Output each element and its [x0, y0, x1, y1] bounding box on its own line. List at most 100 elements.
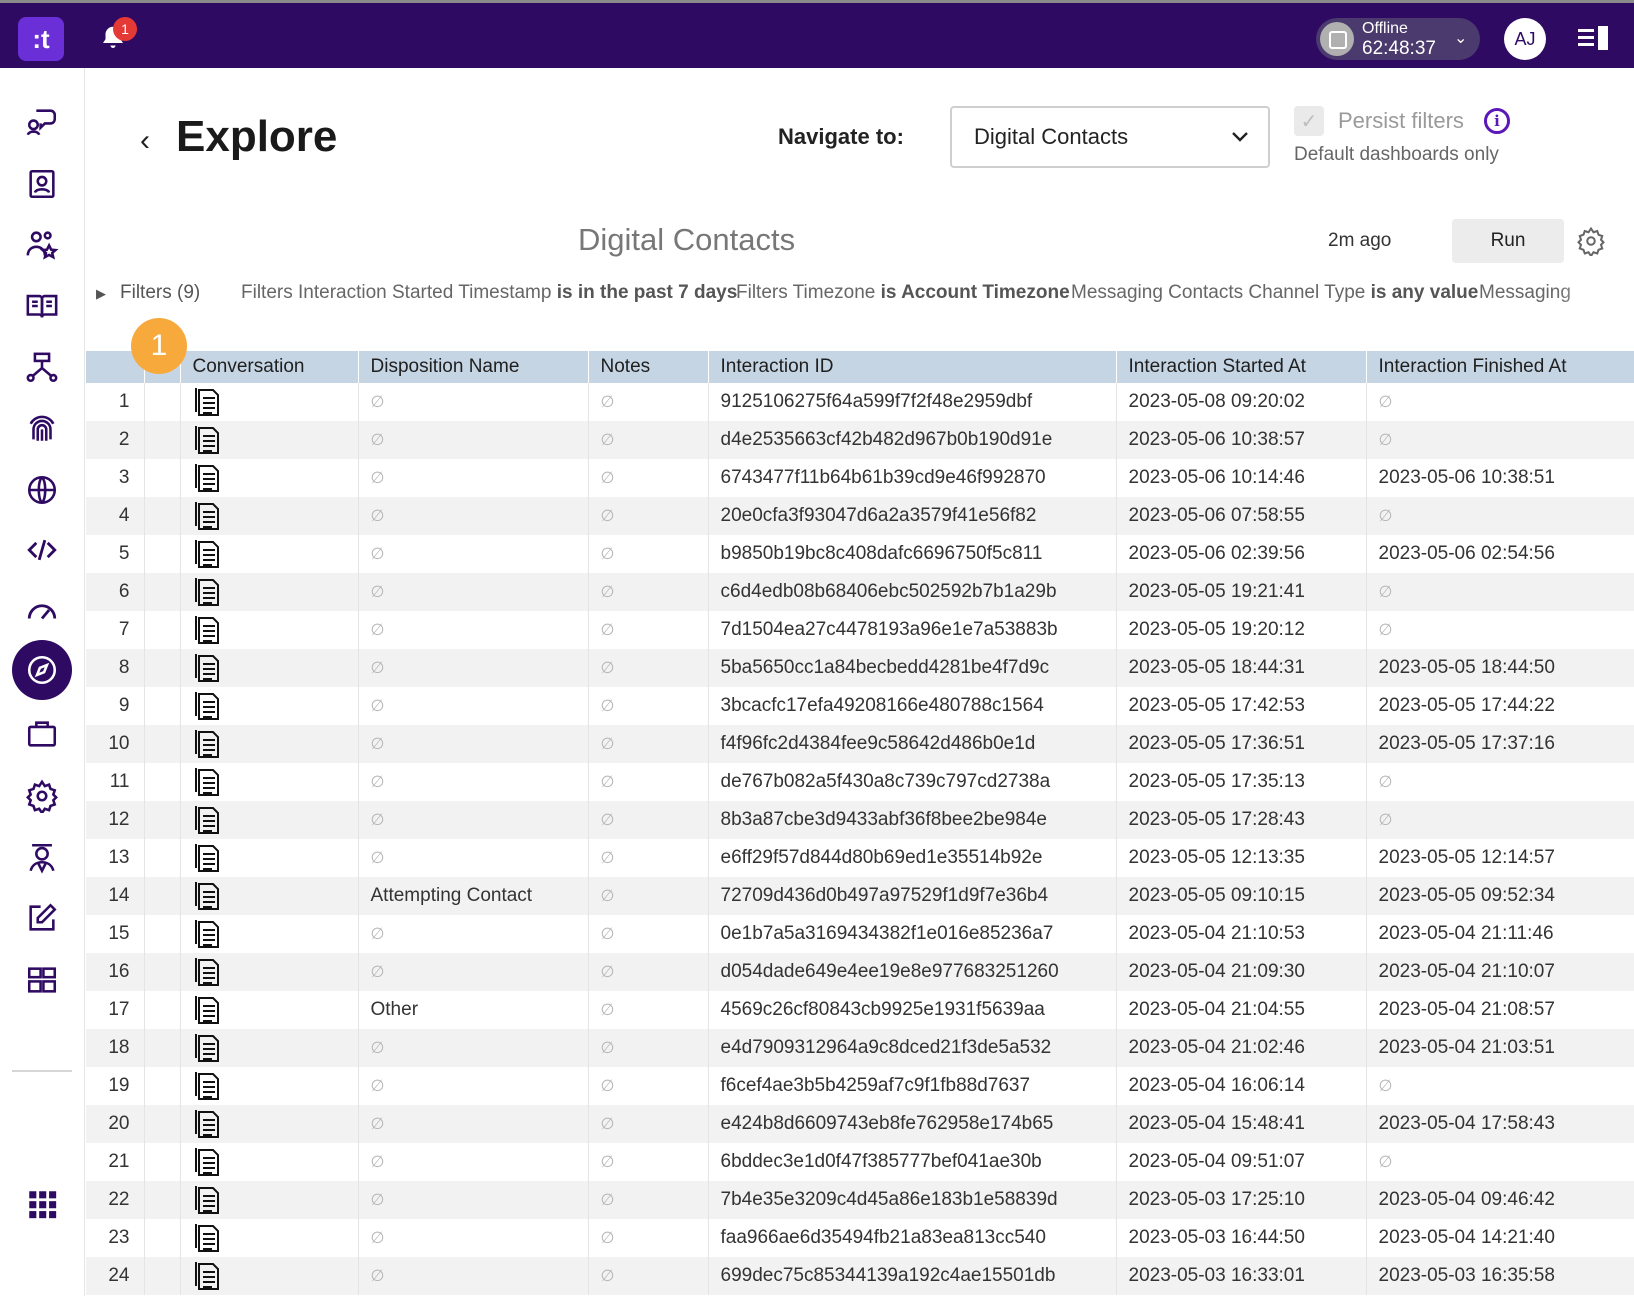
- dashboard-settings-gear-icon[interactable]: [1576, 226, 1606, 256]
- interaction-id-cell: de767b082a5f430a8c739c797cd2738a: [708, 763, 1117, 801]
- finished-at-cell: 2023-05-05 17:44:22: [1366, 687, 1634, 725]
- dashboard-grid-icon[interactable]: [22, 960, 62, 1000]
- transcript-document-icon[interactable]: [193, 842, 223, 874]
- column-header-interaction-id[interactable]: Interaction ID: [708, 351, 1117, 383]
- table-row[interactable]: 13 ∅ ∅ e6ff29f57d844d80b69ed1e35514b92e 2023…: [86, 839, 1634, 877]
- run-button[interactable]: Run: [1452, 219, 1564, 263]
- table-row[interactable]: 7 ∅ ∅ 7d1504ea27c4478193a96e1e7a53883b 2023-…: [86, 611, 1634, 649]
- gauge-icon[interactable]: [22, 590, 62, 630]
- row-select-cell: [144, 1067, 181, 1105]
- table-row[interactable]: 5 ∅ ∅ b9850b19bc8c408dafc6696750f5c811 2023-…: [86, 535, 1634, 573]
- transcript-document-icon[interactable]: [193, 690, 223, 722]
- globe-icon[interactable]: [22, 470, 62, 510]
- transcript-document-icon[interactable]: [193, 652, 223, 684]
- row-select-cell: [144, 383, 181, 421]
- contacts-icon[interactable]: [22, 164, 62, 204]
- transcript-document-icon[interactable]: [193, 1070, 223, 1102]
- code-icon[interactable]: [22, 530, 62, 570]
- chevron-down-icon: ⌄: [1454, 30, 1468, 47]
- knowledge-book-icon[interactable]: [22, 286, 62, 326]
- conversations-icon[interactable]: [22, 102, 62, 142]
- transcript-document-icon[interactable]: [193, 614, 223, 646]
- column-header-disposition[interactable]: Disposition Name: [358, 351, 589, 383]
- table-row[interactable]: 17 Other ∅ 4569c26cf80843cb9925e1931f5639aa…: [86, 991, 1634, 1029]
- transcript-document-icon[interactable]: [193, 500, 223, 532]
- table-row[interactable]: 22 ∅ ∅ 7b4e35e3209c4d45a86e183b1e58839d 2023…: [86, 1181, 1634, 1219]
- table-row[interactable]: 16 ∅ ∅ d054dade649e4ee19e8e977683251260 2023…: [86, 953, 1634, 991]
- workflow-icon[interactable]: [22, 348, 62, 388]
- teams-icon[interactable]: [22, 224, 62, 264]
- transcript-document-icon[interactable]: [193, 766, 223, 798]
- transcript-document-icon[interactable]: [193, 1146, 223, 1178]
- table-row[interactable]: 21 ∅ ∅ 6bddec3e1d0f47f385777bef041ae30b 2023…: [86, 1143, 1634, 1181]
- filter-chip[interactable]: Messaging Contacts Channel Type is any v…: [1071, 282, 1478, 304]
- row-number: 23: [86, 1219, 145, 1257]
- table-row[interactable]: 4 ∅ ∅ 20e0cfa3f93047d6a2a3579f41e56f82 2023-…: [86, 497, 1634, 535]
- transcript-document-icon[interactable]: [193, 728, 223, 760]
- column-header-notes[interactable]: Notes: [588, 351, 709, 383]
- conversation-cell: [180, 1067, 359, 1105]
- table-row[interactable]: 15 ∅ ∅ 0e1b7a5a3169434382f1e016e85236a7 2023…: [86, 915, 1634, 953]
- agent-status-dropdown[interactable]: Offline 62:48:37 ⌄: [1316, 18, 1480, 60]
- table-row[interactable]: 9 ∅ ∅ 3bcacfc17efa49208166e480788c1564 2023-…: [86, 687, 1634, 725]
- filters-toggle[interactable]: ▶ Filters (9): [96, 282, 200, 304]
- transcript-document-icon[interactable]: [193, 956, 223, 988]
- transcript-document-icon[interactable]: [193, 1184, 223, 1216]
- transcript-document-icon[interactable]: [193, 880, 223, 912]
- table-header-row: Conversation Disposition Name Notes Inte…: [86, 351, 1634, 383]
- filter-chip[interactable]: Filters Timezone is Account Timezone: [736, 282, 1070, 304]
- transcript-document-icon[interactable]: [193, 918, 223, 950]
- briefcase-icon[interactable]: [22, 714, 62, 754]
- transcript-document-icon[interactable]: [193, 576, 223, 608]
- transcript-document-icon[interactable]: [193, 1108, 223, 1140]
- table-row[interactable]: 12 ∅ ∅ 8b3a87cbe3d9433abf36f8bee2be984e 2023…: [86, 801, 1634, 839]
- table-row[interactable]: 11 ∅ ∅ de767b082a5f430a8c739c797cd2738a 2023…: [86, 763, 1634, 801]
- table-row[interactable]: 8 ∅ ∅ 5ba5650cc1a84becbedd4281be4f7d9c 2023-…: [86, 649, 1634, 687]
- conversation-cell: [180, 1105, 359, 1143]
- persist-filters-checkbox[interactable]: ✓: [1294, 106, 1324, 136]
- table-row[interactable]: 24 ∅ ∅ 699dec75c85344139a192c4ae15501db 2023…: [86, 1257, 1634, 1295]
- disposition-cell: ∅: [358, 1029, 589, 1067]
- transcript-document-icon[interactable]: [193, 424, 223, 456]
- side-panel-toggle-icon[interactable]: [1576, 23, 1610, 53]
- transcript-document-icon[interactable]: [193, 994, 223, 1026]
- transcript-document-icon[interactable]: [193, 1032, 223, 1064]
- finished-at-cell: ∅: [1366, 421, 1634, 459]
- back-chevron-icon[interactable]: ‹: [140, 124, 150, 158]
- table-row[interactable]: 14 Attempting Contact ∅ 72709d436d0b497a975…: [86, 877, 1634, 915]
- table-row[interactable]: 3 ∅ ∅ 6743477f11b64b61b39cd9e46f992870 2023-…: [86, 459, 1634, 497]
- left-sidebar: [0, 68, 85, 1296]
- transcript-document-icon[interactable]: [193, 804, 223, 836]
- filter-chip[interactable]: Filters Interaction Started Timestamp is…: [241, 282, 737, 304]
- transcript-document-icon[interactable]: [193, 386, 223, 418]
- agent-icon[interactable]: [22, 838, 62, 878]
- table-row[interactable]: 18 ∅ ∅ e4d7909312964a9c8dced21f3de5a532 2023…: [86, 1029, 1634, 1067]
- disposition-cell: ∅: [358, 1257, 589, 1295]
- table-row[interactable]: 2 ∅ ∅ d4e2535663cf42b482d967b0b190d91e 2023-…: [86, 421, 1634, 459]
- disposition-cell: ∅: [358, 573, 589, 611]
- table-row[interactable]: 20 ∅ ∅ e424b8d6609743eb8fe762958e174b65 2023…: [86, 1105, 1634, 1143]
- user-avatar[interactable]: AJ: [1504, 18, 1546, 60]
- fingerprint-icon[interactable]: [22, 408, 62, 448]
- table-row[interactable]: 23 ∅ ∅ faa966ae6d35494fb21a83ea813cc540 2023…: [86, 1219, 1634, 1257]
- table-row[interactable]: 1 ∅ ∅ 9125106275f64a599f7f2f48e2959dbf 2023-…: [86, 383, 1634, 421]
- row-select-cell: [144, 839, 181, 877]
- finished-at-cell: ∅: [1366, 1067, 1634, 1105]
- transcript-document-icon[interactable]: [193, 462, 223, 494]
- info-icon[interactable]: i: [1484, 108, 1510, 134]
- transcript-document-icon[interactable]: [193, 1222, 223, 1254]
- explore-compass-icon[interactable]: [12, 640, 72, 700]
- column-header-started-at[interactable]: Interaction Started At: [1116, 351, 1367, 383]
- table-row[interactable]: 19 ∅ ∅ f6cef4ae3b5b4259af7c9f1fb88d7637 2023…: [86, 1067, 1634, 1105]
- transcript-document-icon[interactable]: [193, 538, 223, 570]
- column-header-finished-at[interactable]: Interaction Finished At: [1366, 351, 1634, 383]
- apps-grid-icon[interactable]: [22, 1184, 62, 1224]
- settings-gear-icon[interactable]: [22, 776, 62, 816]
- table-row[interactable]: 10 ∅ ∅ f4f96fc2d4384fee9c58642d486b0e1d 2023…: [86, 725, 1634, 763]
- navigate-to-select[interactable]: Digital Contacts: [950, 106, 1270, 168]
- edit-icon[interactable]: [22, 898, 62, 938]
- app-logo[interactable]: :t: [18, 17, 64, 61]
- table-row[interactable]: 6 ∅ ∅ c6d4edb08b68406ebc502592b7b1a29b 2023-…: [86, 573, 1634, 611]
- column-header-conversation[interactable]: Conversation: [180, 351, 359, 383]
- transcript-document-icon[interactable]: [193, 1260, 223, 1292]
